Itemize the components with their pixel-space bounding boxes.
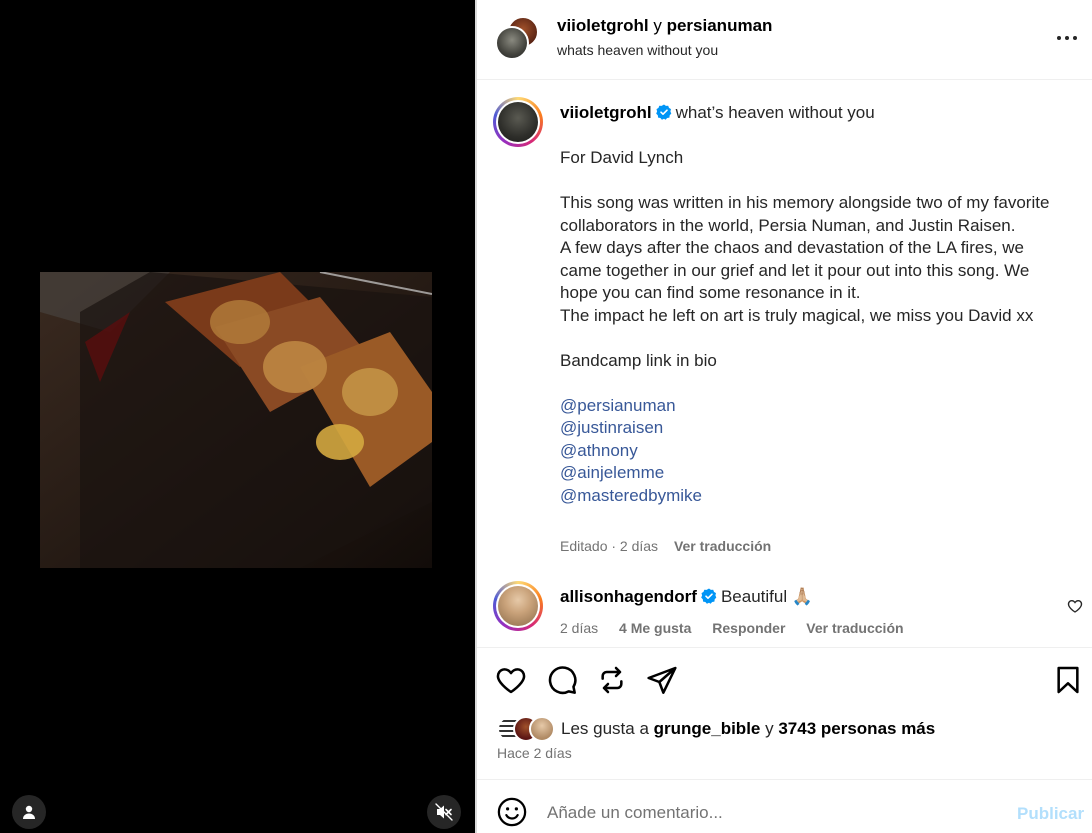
caption-paragraph: This song was written in his memory alon… — [560, 193, 1050, 325]
user-tags-button[interactable] — [12, 795, 46, 829]
comment-text: Beautiful — [720, 587, 788, 606]
header-usernames: viioletgrohl y persianuman — [557, 16, 772, 36]
composer-divider — [477, 779, 1092, 780]
likes-prefix: Les gusta a — [561, 719, 649, 738]
comment-likes-link[interactable]: 4 Me gusta — [619, 620, 691, 636]
header-user1[interactable]: viioletgrohl — [557, 16, 649, 35]
verified-icon — [655, 104, 671, 120]
mention-link[interactable]: @persianuman — [560, 395, 1070, 418]
likes-count[interactable]: 3743 personas más — [778, 719, 935, 738]
mute-icon — [435, 803, 453, 821]
repost-icon[interactable] — [596, 664, 628, 696]
avatar — [529, 716, 555, 742]
mute-button[interactable] — [427, 795, 461, 829]
header-subtitle[interactable]: whats heaven without you — [557, 42, 718, 58]
commenter-avatar[interactable] — [493, 581, 543, 631]
publish-button[interactable]: Publicar — [1017, 804, 1084, 824]
caption-paragraph: Bandcamp link in bio — [560, 350, 717, 370]
caption-first-line: viioletgrohl what’s heaven without you — [560, 102, 1070, 125]
mention-link[interactable]: @justinraisen — [560, 417, 1070, 440]
caption-username[interactable]: viioletgrohl — [560, 103, 652, 122]
comment-icon[interactable] — [546, 664, 578, 696]
video-frame[interactable] — [40, 272, 432, 568]
user-icon — [23, 805, 35, 819]
mention-link[interactable]: @ainjelemme — [560, 462, 1070, 485]
emoji-icon[interactable] — [497, 797, 527, 827]
post-header: viioletgrohl y persianuman whats heaven … — [477, 0, 1092, 80]
header-conj: y — [653, 16, 662, 35]
caption-paragraph: For David Lynch — [560, 148, 684, 167]
caption-translate-link[interactable]: Ver traducción — [674, 538, 771, 554]
author-avatar[interactable] — [493, 97, 543, 147]
likes-conj: y — [765, 719, 774, 738]
video-still — [40, 272, 432, 568]
header-user2[interactable]: persianuman — [667, 16, 773, 35]
collab-avatars[interactable] — [495, 16, 541, 60]
comment-reply-button[interactable]: Responder — [712, 620, 785, 636]
caption-edited-time: Editado · 2 días — [560, 538, 659, 554]
actions-divider — [477, 647, 1092, 648]
comment-input[interactable] — [547, 800, 987, 826]
comment-username[interactable]: allisonhagendorf — [560, 587, 697, 606]
likes-text: Les gusta a grunge_bible y 3743 personas… — [561, 719, 935, 739]
comment-translate-link[interactable]: Ver traducción — [806, 620, 903, 636]
comment: allisonhagendorf Beautiful 🙏🏼 — [560, 587, 813, 607]
verified-icon — [701, 588, 717, 604]
likes-user[interactable]: grunge_bible — [654, 719, 761, 738]
mention-link[interactable]: @masteredbymike — [560, 485, 1070, 508]
bookmark-icon[interactable] — [1052, 664, 1084, 696]
post-caption: viioletgrohl what’s heaven without you F… — [560, 102, 1070, 507]
mention-link[interactable]: @athnony — [560, 440, 1070, 463]
comment-time: 2 días — [560, 620, 599, 636]
more-icon[interactable] — [1055, 26, 1079, 50]
comment-emoji: 🙏🏼 — [791, 587, 814, 606]
media-pane[interactable] — [0, 0, 475, 833]
share-icon[interactable] — [646, 664, 678, 696]
caption-title: what’s heaven without you — [675, 103, 875, 122]
post-panel: viioletgrohl y persianuman whats heaven … — [477, 0, 1092, 833]
avatar — [495, 26, 529, 60]
heart-icon[interactable] — [495, 664, 527, 696]
likes-summary[interactable]: Les gusta a grunge_bible y 3743 personas… — [497, 716, 935, 742]
comment-like-heart-icon[interactable] — [1067, 598, 1083, 614]
post-time: Hace 2 días — [497, 745, 572, 761]
comment-meta: 2 días 4 Me gusta Responder Ver traducci… — [560, 620, 921, 636]
caption-meta: Editado · 2 días Ver traducción — [560, 538, 771, 554]
